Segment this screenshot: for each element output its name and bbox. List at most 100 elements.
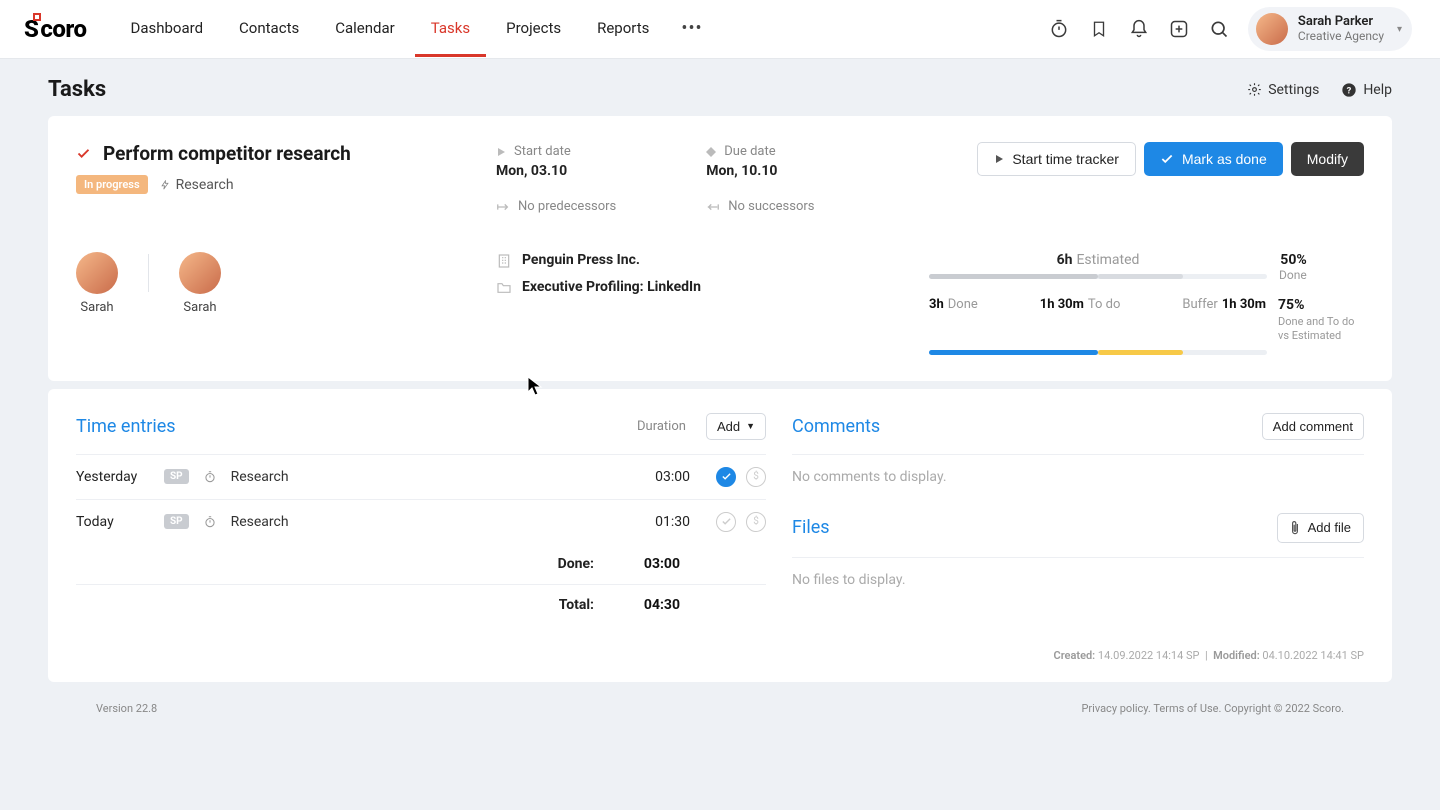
done-toggle-icon[interactable] xyxy=(716,467,736,487)
start-date-label: Start date xyxy=(514,144,571,159)
brand-logo[interactable]: Scoro xyxy=(24,15,87,43)
nav-more[interactable]: ••• xyxy=(669,1,714,57)
add-comment-button[interactable]: Add comment xyxy=(1262,413,1364,440)
done-total-value: 03:00 xyxy=(620,556,680,572)
project-name[interactable]: Executive Profiling: LinkedIn xyxy=(522,279,701,295)
entry-day: Today xyxy=(76,514,150,530)
ratio-label: Done and To do vs Estimated xyxy=(1278,315,1364,344)
files-empty: No files to display. xyxy=(792,572,1364,588)
bookmark-icon[interactable] xyxy=(1088,18,1110,40)
avatar xyxy=(179,252,221,294)
bolt-icon xyxy=(160,180,170,190)
add-icon[interactable] xyxy=(1168,18,1190,40)
main-nav-menu: Dashboard Contacts Calendar Tasks Projec… xyxy=(115,1,715,57)
assignee-name: Sarah xyxy=(76,300,118,315)
due-date-value: Mon, 10.10 xyxy=(706,163,814,179)
settings-button[interactable]: Settings xyxy=(1247,82,1319,98)
todo-value: 1h 30m xyxy=(1040,297,1084,312)
time-entries-title: Time entries xyxy=(76,416,176,437)
check-icon xyxy=(1160,152,1174,166)
stopwatch-icon[interactable] xyxy=(1048,18,1070,40)
comments-title: Comments xyxy=(792,416,880,437)
stopwatch-icon xyxy=(203,515,217,529)
billable-toggle-icon[interactable]: $ xyxy=(746,512,766,532)
bell-icon[interactable] xyxy=(1128,18,1150,40)
no-predecessors: No predecessors xyxy=(518,199,616,214)
time-entry-row[interactable]: Yesterday SP Research 03:00 $ xyxy=(76,454,766,499)
nav-dashboard[interactable]: Dashboard xyxy=(115,1,220,57)
assignee[interactable]: Sarah xyxy=(76,252,118,315)
caret-down-icon: ▼ xyxy=(746,421,755,431)
entry-activity: Research xyxy=(231,469,616,485)
todo-label: To do xyxy=(1088,297,1121,312)
status-badge: In progress xyxy=(76,175,148,194)
paperclip-icon xyxy=(1290,520,1300,536)
done-total-label: Done: xyxy=(558,556,594,572)
nav-calendar[interactable]: Calendar xyxy=(319,1,411,57)
user-initials-badge: SP xyxy=(164,469,189,484)
assignee[interactable]: Sarah xyxy=(179,252,221,315)
total-value: 04:30 xyxy=(620,597,680,613)
folder-icon xyxy=(496,280,512,294)
nav-tasks[interactable]: Tasks xyxy=(415,1,486,57)
arrow-left-icon xyxy=(706,202,720,212)
panels-card: Time entries Duration Add ▼ Yesterday SP xyxy=(48,389,1392,682)
time-entry-row[interactable]: Today SP Research 01:30 $ xyxy=(76,499,766,544)
files-title: Files xyxy=(792,517,830,538)
done-percent-label: Done xyxy=(1279,268,1307,282)
company-name[interactable]: Penguin Press Inc. xyxy=(522,252,640,268)
done-value: 3h xyxy=(929,297,944,312)
billable-toggle-icon[interactable]: $ xyxy=(746,467,766,487)
duration-column-header: Duration xyxy=(637,419,686,434)
entry-duration: 01:30 xyxy=(630,514,690,530)
divider xyxy=(148,254,149,292)
ratio-percent: 75% xyxy=(1278,297,1364,313)
no-successors: No successors xyxy=(728,199,814,214)
progress-bar-estimated xyxy=(929,274,1267,279)
estimated-value: 6h xyxy=(1057,252,1073,268)
play-icon xyxy=(994,154,1004,164)
arrow-right-icon xyxy=(496,202,510,212)
check-icon xyxy=(76,146,91,161)
modify-button[interactable]: Modify xyxy=(1291,142,1364,176)
entry-activity: Research xyxy=(231,514,616,530)
progress-bar-done-todo xyxy=(929,350,1267,355)
avatar xyxy=(76,252,118,294)
entry-day: Yesterday xyxy=(76,469,150,485)
gear-icon xyxy=(1247,82,1262,97)
buffer-label: Buffer xyxy=(1182,297,1217,312)
done-percent: 50% xyxy=(1279,252,1307,268)
footer: Version 22.8 Privacy policy. Terms of Us… xyxy=(48,690,1392,715)
stopwatch-icon xyxy=(203,470,217,484)
mark-done-button[interactable]: Mark as done xyxy=(1144,142,1283,176)
nav-reports[interactable]: Reports xyxy=(581,1,665,57)
assignee-name: Sarah xyxy=(179,300,221,315)
start-tracker-button[interactable]: Start time tracker xyxy=(977,142,1136,176)
start-date-value: Mon, 03.10 xyxy=(496,163,616,179)
user-org: Creative Agency xyxy=(1298,30,1384,44)
total-label: Total: xyxy=(559,597,594,613)
done-toggle-icon[interactable] xyxy=(716,512,736,532)
nav-projects[interactable]: Projects xyxy=(490,1,577,57)
page-title: Tasks xyxy=(48,77,106,102)
version: Version 22.8 xyxy=(96,702,157,715)
user-menu[interactable]: Sarah Parker Creative Agency ▾ xyxy=(1248,7,1412,51)
task-card: Perform competitor research In progress … xyxy=(48,116,1392,381)
user-initials-badge: SP xyxy=(164,514,189,529)
help-icon: ? xyxy=(1341,82,1357,98)
comments-empty: No comments to display. xyxy=(792,469,1364,485)
nav-contacts[interactable]: Contacts xyxy=(223,1,315,57)
add-time-entry-button[interactable]: Add ▼ xyxy=(706,413,766,440)
svg-text:?: ? xyxy=(1347,85,1352,96)
due-date-label: Due date xyxy=(724,144,775,159)
user-avatar xyxy=(1256,13,1288,45)
buffer-value: 1h 30m xyxy=(1222,297,1266,312)
task-title: Perform competitor research xyxy=(103,142,351,165)
audit-info: Created: 14.09.2022 14:14 SP | Modified:… xyxy=(76,649,1364,662)
top-nav: Scoro Dashboard Contacts Calendar Tasks … xyxy=(0,0,1440,59)
add-file-button[interactable]: Add file xyxy=(1277,513,1364,543)
play-icon xyxy=(496,147,506,157)
activity-type: Research xyxy=(160,177,234,193)
search-icon[interactable] xyxy=(1208,18,1230,40)
help-button[interactable]: ? Help xyxy=(1341,82,1392,98)
